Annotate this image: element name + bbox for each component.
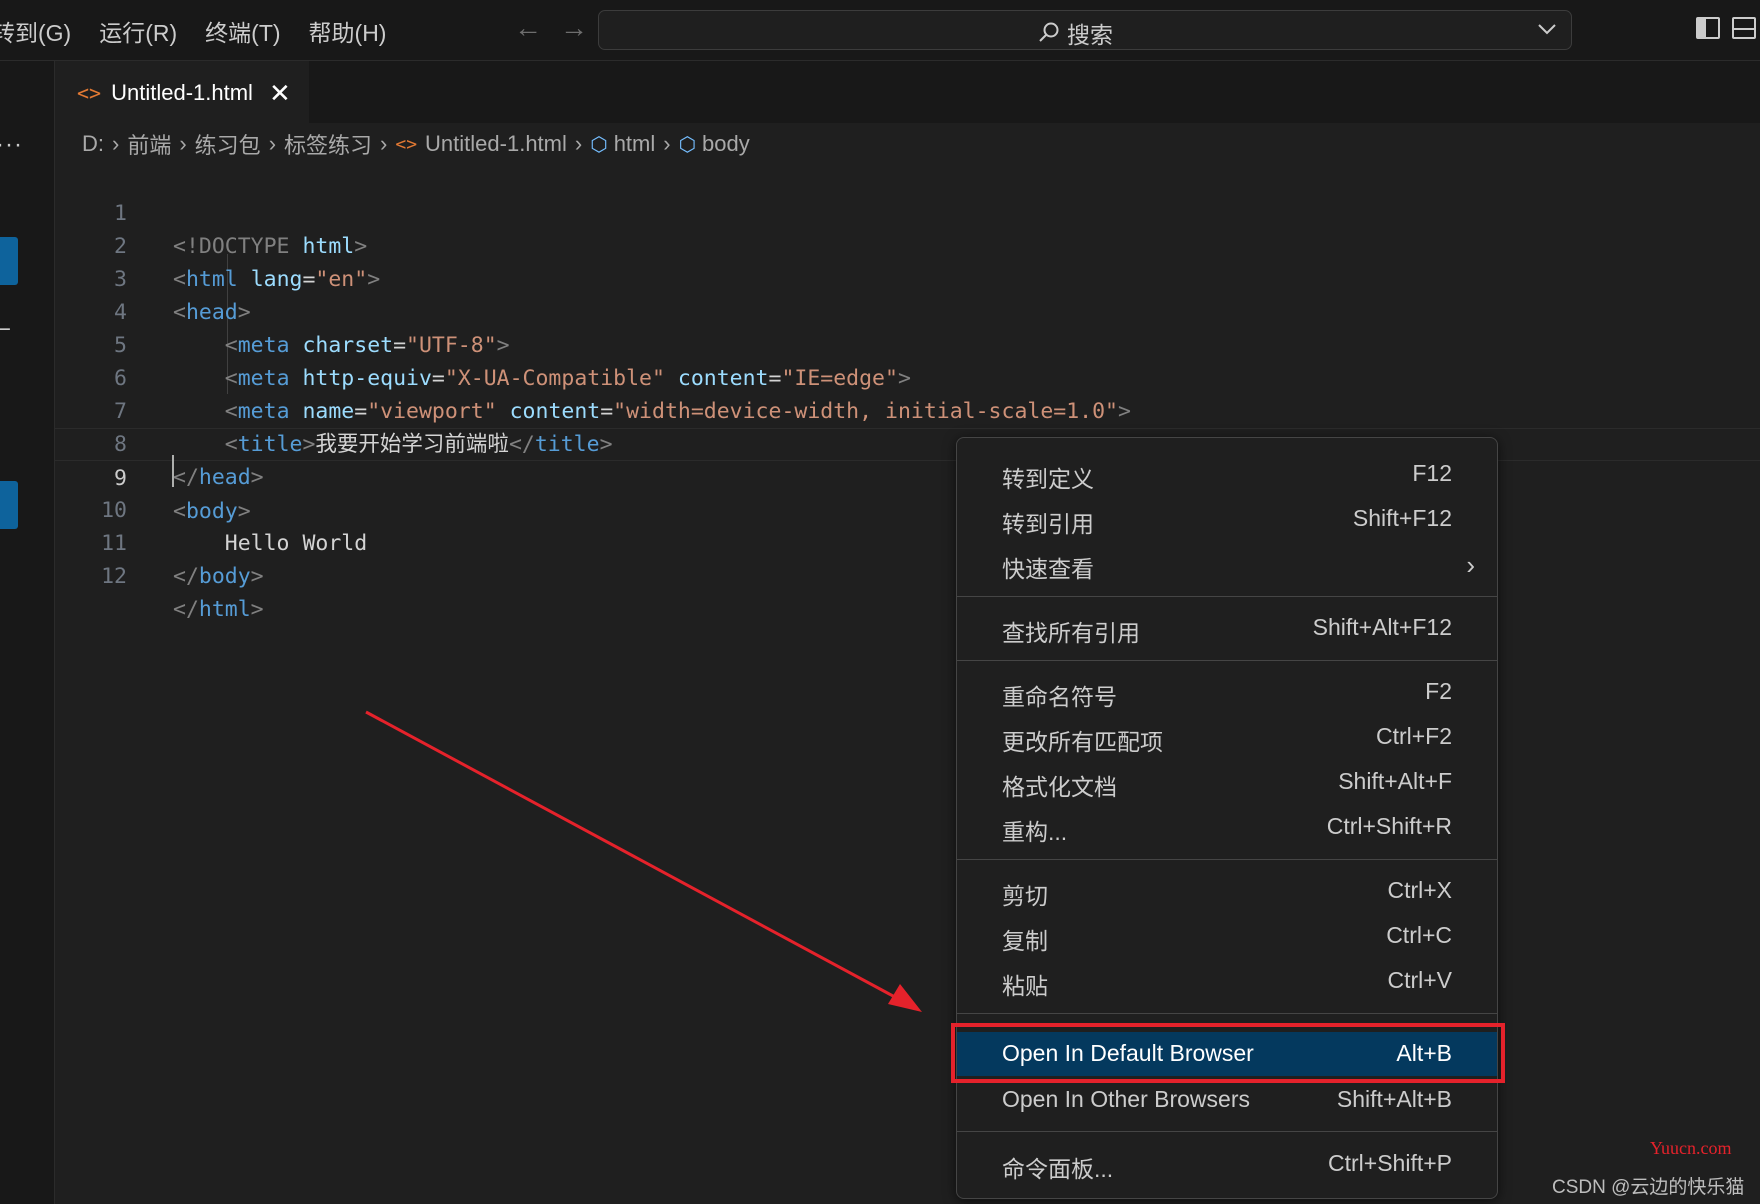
menu-item-command-palette[interactable]: 命令面板... Ctrl+Shift+P	[957, 1142, 1497, 1186]
menu-separator	[957, 1131, 1497, 1132]
menu-item-open-in-other-browsers[interactable]: Open In Other Browsers Shift+Alt+B	[957, 1078, 1497, 1122]
watermark-author: CSDN @云边的快乐猫	[1552, 1177, 1745, 1198]
menu-separator	[957, 596, 1497, 597]
menu-item-refactor[interactable]: 重构... Ctrl+Shift+R	[957, 805, 1497, 849]
menu-item-format-document[interactable]: 格式化文档 Shift+Alt+F	[957, 760, 1497, 804]
menu-item-peek[interactable]: 快速查看 ›	[957, 542, 1497, 586]
menu-separator	[957, 1013, 1497, 1014]
menu-item-cut[interactable]: 剪切 Ctrl+X	[957, 869, 1497, 913]
menu-separator	[957, 660, 1497, 661]
menu-item-go-to-definition[interactable]: 转到定义 F12	[957, 452, 1497, 496]
chevron-right-icon: ›	[1466, 550, 1475, 580]
menu-item-paste[interactable]: 粘贴 Ctrl+V	[957, 959, 1497, 1003]
menu-separator	[957, 859, 1497, 860]
annotation-highlight-box	[951, 1023, 1505, 1083]
menu-item-change-all-occurrences[interactable]: 更改所有匹配项 Ctrl+F2	[957, 715, 1497, 759]
context-menu: 转到定义 F12 转到引用 Shift+F12 快速查看 › 查找所有引用 Shift+…	[956, 437, 1498, 1199]
menu-item-find-all-references[interactable]: 查找所有引用 Shift+Alt+F12	[957, 606, 1497, 650]
menu-item-copy[interactable]: 复制 Ctrl+C	[957, 914, 1497, 958]
menu-item-go-to-references[interactable]: 转到引用 Shift+F12	[957, 497, 1497, 541]
watermark-site: Yuucn.com	[1650, 1138, 1732, 1158]
menu-item-rename-symbol[interactable]: 重命名符号 F2	[957, 670, 1497, 714]
